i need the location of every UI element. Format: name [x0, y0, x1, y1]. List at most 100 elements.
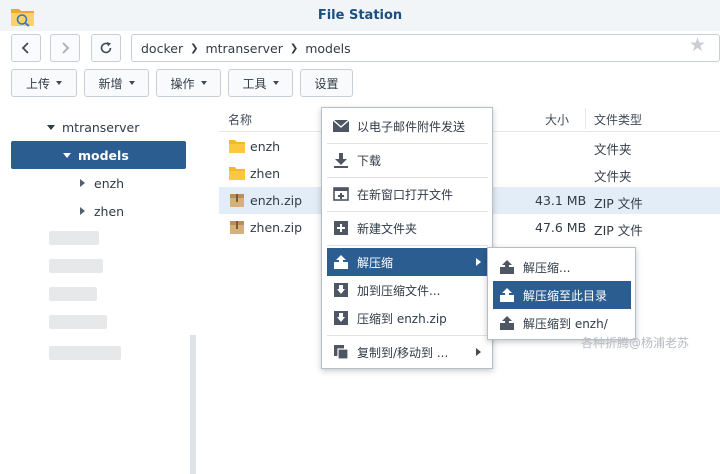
menu-separator	[327, 143, 488, 144]
tree-item-label: enzh	[94, 175, 125, 191]
blurred-tree-item	[49, 259, 103, 273]
dropdown-caret-icon	[56, 81, 62, 85]
dropdown-caret-icon	[128, 81, 135, 85]
refresh-button[interactable]	[91, 34, 121, 62]
menu-item-compress-to-zip[interactable]: 压缩到 enzh.zip	[327, 304, 488, 332]
folder-icon	[229, 140, 245, 153]
column-header-type[interactable]: 文件类型	[594, 111, 642, 128]
submenu-arrow-icon	[476, 348, 481, 356]
back-button[interactable]	[11, 34, 41, 62]
tree-item-models[interactable]: models	[11, 141, 186, 169]
chevron-right-icon	[62, 42, 70, 54]
menu-item-label: 在新窗口打开文件	[357, 187, 454, 202]
forward-button[interactable]	[50, 34, 80, 62]
column-header-size[interactable]: 大小	[545, 111, 569, 128]
menu-item-new-folder[interactable]: 新建文件夹	[327, 214, 488, 242]
blurred-tree-item	[49, 287, 97, 301]
file-type: ZIP 文件	[594, 223, 643, 238]
menu-separator	[327, 177, 488, 178]
dropdown-caret-icon	[272, 81, 279, 85]
menu-item-label: 下载	[357, 153, 382, 168]
tree-item-enzh[interactable]: enzh	[11, 169, 186, 197]
favorite-star-icon[interactable]: ★	[689, 34, 706, 56]
title-bar: File Station	[0, 0, 720, 31]
collapsed-arrow-icon	[80, 179, 85, 187]
context-menu: 以电子邮件附件发送 下载 在新窗口打开文件 新建文件夹 解压缩 加到压缩文件..…	[321, 107, 493, 369]
download-icon	[333, 152, 349, 168]
menu-item-copy-move[interactable]: 复制到/移动到 ...	[327, 338, 488, 366]
breadcrumb-separator-icon: ❯	[190, 42, 199, 54]
file-type: 文件夹	[594, 142, 632, 157]
extract-icon	[499, 259, 515, 275]
navigation-bar: docker ❯ mtranserver ❯ models ★	[0, 31, 720, 65]
menu-item-send-email[interactable]: 以电子邮件附件发送	[327, 112, 488, 140]
action-button-label: 操作	[170, 76, 195, 91]
menu-item-open-new-window[interactable]: 在新窗口打开文件	[327, 180, 488, 208]
extract-submenu: 解压缩... 解压缩至此目录 解压缩到 enzh/	[487, 247, 636, 340]
submenu-item-label: 解压缩...	[523, 260, 571, 275]
menu-item-label: 以电子邮件附件发送	[357, 119, 466, 134]
blurred-tree-item	[49, 231, 99, 245]
breadcrumb-docker[interactable]: docker	[141, 41, 183, 56]
menu-item-label: 复制到/移动到 ...	[357, 345, 449, 360]
copy-move-icon	[333, 344, 349, 360]
menu-item-download[interactable]: 下载	[327, 146, 488, 174]
tree-item-label: mtranserver	[62, 119, 140, 135]
dropdown-caret-icon	[200, 81, 207, 85]
file-type: ZIP 文件	[594, 196, 643, 211]
file-size: 43.1 MB	[535, 193, 587, 208]
expanded-arrow-icon	[63, 152, 71, 158]
mail-icon	[333, 118, 349, 134]
tree-item-zhen[interactable]: zhen	[11, 197, 186, 225]
file-name: zhen	[250, 166, 281, 181]
file-type: 文件夹	[594, 169, 632, 184]
settings-button-label: 设置	[314, 76, 339, 91]
sidebar-scrollbar[interactable]	[190, 335, 196, 474]
blurred-tree-item	[49, 346, 121, 360]
blurred-tree-item	[49, 315, 107, 329]
folder-icon	[229, 167, 245, 180]
breadcrumb-separator-icon: ❯	[289, 42, 299, 54]
file-name: enzh.zip	[250, 193, 303, 208]
path-bar[interactable]: docker ❯ mtranserver ❯ models	[131, 34, 720, 62]
menu-item-label: 加到压缩文件...	[357, 283, 441, 298]
action-button[interactable]: 操作	[156, 69, 221, 97]
submenu-item-extract-dialog[interactable]: 解压缩...	[493, 253, 631, 281]
compress-icon	[333, 282, 349, 298]
extract-icon	[499, 315, 515, 331]
extract-icon	[499, 287, 515, 303]
tree-item-mtranserver[interactable]: mtranserver	[11, 113, 186, 141]
upload-button[interactable]: 上传	[11, 69, 77, 97]
column-divider	[585, 108, 586, 129]
compress-icon	[333, 310, 349, 326]
submenu-arrow-icon	[476, 258, 481, 266]
refresh-icon	[100, 42, 112, 54]
extract-icon	[333, 254, 349, 270]
menu-item-add-to-archive[interactable]: 加到压缩文件...	[327, 276, 488, 304]
settings-button[interactable]: 设置	[300, 69, 353, 97]
upload-button-label: 上传	[25, 76, 50, 91]
submenu-item-extract-here[interactable]: 解压缩至此目录	[493, 281, 631, 309]
menu-separator	[327, 335, 488, 336]
tools-button[interactable]: 工具	[228, 69, 293, 97]
submenu-item-extract-to-folder[interactable]: 解压缩到 enzh/	[493, 309, 631, 337]
file-name: enzh	[250, 139, 281, 154]
zip-file-icon	[230, 194, 244, 207]
submenu-item-label: 解压缩至此目录	[523, 288, 608, 303]
create-button[interactable]: 新增	[84, 69, 149, 97]
breadcrumb-models[interactable]: models	[305, 41, 350, 56]
tree-item-label: models	[78, 147, 129, 163]
collapsed-arrow-icon	[80, 207, 85, 215]
menu-item-extract[interactable]: 解压缩	[327, 248, 488, 276]
menu-separator	[327, 245, 488, 246]
create-button-label: 新增	[98, 76, 123, 91]
toolbar: 上传 新增 操作 工具 设置	[0, 65, 720, 105]
menu-separator	[327, 211, 488, 212]
new-folder-icon	[333, 220, 349, 236]
column-header-name[interactable]: 名称	[228, 111, 252, 128]
submenu-item-label: 解压缩到 enzh/	[523, 316, 608, 331]
breadcrumb-mtranserver[interactable]: mtranserver	[205, 41, 282, 56]
tree-item-label: zhen	[94, 203, 125, 219]
tools-button-label: 工具	[242, 76, 267, 91]
file-name: zhen.zip	[250, 220, 303, 235]
